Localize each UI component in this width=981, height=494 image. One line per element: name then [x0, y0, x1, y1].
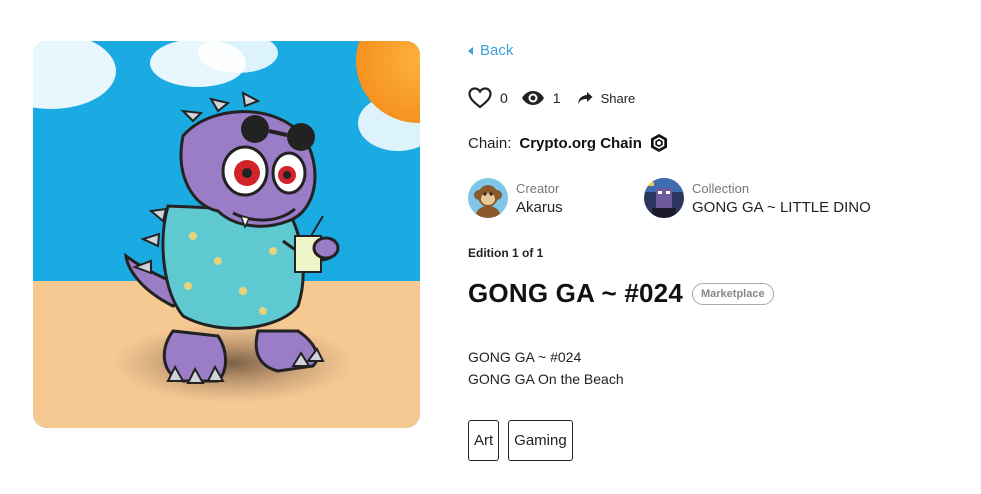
collection-thumbnail-icon	[644, 178, 684, 218]
collection-avatar[interactable]	[644, 178, 684, 218]
collection-name[interactable]: GONG GA ~ LITTLE DINO	[692, 198, 871, 218]
caret-left-icon	[468, 46, 473, 55]
collection-role-label: Collection	[692, 180, 750, 196]
collection-block[interactable]: Collection GONG GA ~ LITTLE DINO	[644, 178, 871, 218]
back-label: Back	[480, 42, 514, 59]
creator-name[interactable]: Akarus	[516, 198, 563, 218]
creator-role-label: Creator	[516, 180, 560, 196]
share-button[interactable]: Share	[577, 90, 636, 106]
edition-label: Edition 1 of 1	[468, 246, 544, 260]
chain-value: Crypto.org Chain	[519, 134, 642, 152]
crypto-org-hexagon-icon	[650, 134, 667, 152]
heart-outline-icon	[468, 87, 492, 109]
description-line: GONG GA ~ #024	[468, 349, 582, 365]
nft-artwork-image[interactable]	[33, 41, 420, 428]
like-button[interactable]: 0	[468, 87, 508, 109]
title-row: GONG GA ~ #024 Marketplace	[468, 278, 774, 309]
share-arrow-icon	[577, 92, 593, 104]
creator-avatar[interactable]	[468, 178, 508, 218]
nft-info-panel: Back 0 1 Share Chain: Crypto.org Chain C…	[468, 0, 968, 494]
stats-bar: 0 1 Share	[468, 84, 635, 112]
description-line: GONG GA On the Beach	[468, 371, 624, 387]
marketplace-badge[interactable]: Marketplace	[691, 282, 774, 305]
views-counter: 1	[521, 90, 561, 106]
view-count: 1	[552, 90, 561, 106]
monkey-avatar-icon	[468, 178, 508, 218]
tag-art[interactable]: Art	[468, 420, 500, 461]
back-link[interactable]: Back	[468, 42, 513, 59]
nft-detail-page: Back 0 1 Share Chain: Crypto.org Chain C…	[0, 0, 981, 494]
share-label: Share	[600, 90, 636, 106]
chain-label: Chain:	[468, 134, 512, 152]
creator-block[interactable]: Creator Akarus	[468, 178, 563, 218]
chain-row: Chain: Crypto.org Chain	[468, 133, 668, 153]
tag-gaming[interactable]: Gaming	[508, 420, 573, 461]
nft-description: GONG GA ~ #024 GONG GA On the Beach	[468, 346, 624, 390]
dino-on-beach-illustration	[33, 41, 420, 428]
nft-title: GONG GA ~ #024	[468, 278, 683, 308]
tag-list: Art Gaming	[468, 420, 573, 461]
like-count: 0	[500, 90, 508, 106]
eye-icon	[521, 91, 544, 105]
